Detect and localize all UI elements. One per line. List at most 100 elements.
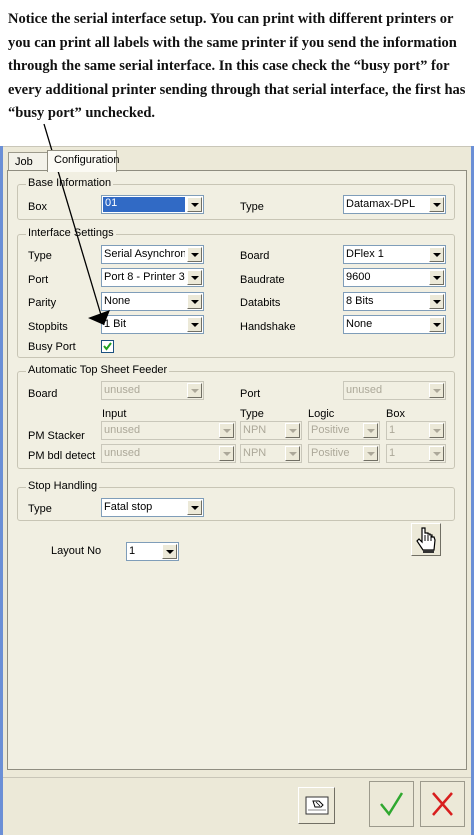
box-value: 01 — [103, 197, 185, 212]
printer-type-value: Datamax-DPL — [346, 198, 416, 210]
stacker-logic-select[interactable]: Positive — [308, 421, 380, 440]
chevron-down-icon[interactable] — [429, 423, 444, 438]
bottom-separator — [3, 777, 471, 778]
port-value: Port 8 - Printer 3 (d. — [104, 271, 185, 283]
chevron-down-icon[interactable] — [429, 247, 444, 262]
col-box-header: Box — [386, 408, 405, 420]
port-label: Port — [28, 274, 49, 286]
cross-icon — [432, 792, 453, 816]
box-select[interactable]: 01 — [101, 195, 204, 214]
chevron-down-icon[interactable] — [187, 197, 202, 212]
bdl-box-value: 1 — [389, 447, 396, 459]
chevron-down-icon[interactable] — [219, 446, 234, 461]
chevron-down-icon[interactable] — [187, 294, 202, 309]
stacker-input-value: unused — [104, 424, 141, 436]
checkmark-icon — [380, 792, 404, 817]
bdl-input-value: unused — [104, 447, 141, 459]
databits-value: 8 Bits — [346, 295, 374, 307]
cancel-button[interactable] — [420, 781, 465, 827]
bdl-logic-value: Positive — [311, 447, 350, 459]
layout-no-select[interactable]: 1 — [126, 542, 179, 561]
base-information-legend: Base Information — [26, 177, 114, 189]
hand-pointer-button[interactable] — [411, 523, 441, 556]
parity-select[interactable]: None — [101, 292, 204, 311]
chevron-down-icon[interactable] — [429, 383, 444, 398]
pm-stacker-label: PM Stacker — [28, 430, 85, 442]
card-hand-icon — [305, 796, 329, 815]
chevron-down-icon[interactable] — [429, 197, 444, 212]
chevron-down-icon[interactable] — [363, 423, 378, 438]
chevron-down-icon[interactable] — [187, 383, 202, 398]
stopbits-label: Stopbits — [28, 321, 68, 333]
chevron-down-icon[interactable] — [285, 423, 300, 438]
stacker-box-value: 1 — [389, 424, 396, 436]
interface-type-select[interactable]: Serial Asynchron — [101, 245, 204, 264]
feeder-port-label: Port — [240, 388, 261, 400]
interface-type-value: Serial Asynchron — [104, 248, 185, 260]
card-button[interactable] — [298, 787, 335, 824]
stop-type-select[interactable]: Fatal stop — [101, 498, 204, 517]
col-type-header: Type — [240, 408, 264, 420]
handshake-value: None — [346, 318, 373, 330]
baudrate-select[interactable]: 9600 — [343, 268, 446, 287]
chevron-down-icon[interactable] — [187, 317, 202, 332]
chevron-down-icon[interactable] — [429, 270, 444, 285]
col-logic-header: Logic — [308, 408, 335, 420]
databits-label: Databits — [240, 297, 281, 309]
chevron-down-icon[interactable] — [187, 270, 202, 285]
databits-select[interactable]: 8 Bits — [343, 292, 446, 311]
ok-button[interactable] — [369, 781, 414, 827]
feeder-port-select[interactable]: unused — [343, 381, 446, 400]
stacker-box-select[interactable]: 1 — [386, 421, 446, 440]
bdl-input-select[interactable]: unused — [101, 444, 236, 463]
stop-handling-legend: Stop Handling — [26, 480, 100, 492]
feeder-board-label: Board — [28, 388, 58, 400]
stopbits-select[interactable]: 1 Bit — [101, 315, 204, 334]
feeder-board-select[interactable]: unused — [101, 381, 204, 400]
tab-configuration[interactable]: Configuration — [47, 150, 120, 172]
stacker-type-select[interactable]: NPN — [240, 421, 302, 440]
stacker-input-select[interactable]: unused — [101, 421, 236, 440]
pm-bdl-detect-label: PM bdl detect — [28, 450, 96, 462]
col-input-header: Input — [102, 408, 127, 420]
stop-type-label: Type — [28, 503, 52, 515]
printer-type-select[interactable]: Datamax-DPL — [343, 195, 446, 214]
chevron-down-icon[interactable] — [162, 544, 177, 559]
tab-configuration-label: Configuration — [54, 154, 120, 166]
chevron-down-icon[interactable] — [285, 446, 300, 461]
chevron-down-icon[interactable] — [219, 423, 234, 438]
tab-job-label: Job — [15, 156, 33, 168]
board-value: DFlex 1 — [346, 248, 384, 260]
feeder-board-value: unused — [104, 384, 141, 396]
checkmark-icon — [103, 342, 112, 351]
baudrate-label: Baudrate — [240, 274, 285, 286]
layout-no-value: 1 — [129, 545, 136, 557]
board-select[interactable]: DFlex 1 — [343, 245, 446, 264]
chevron-down-icon[interactable] — [363, 446, 378, 461]
tab-job[interactable]: Job — [8, 152, 48, 172]
chevron-down-icon[interactable] — [187, 247, 202, 262]
bdl-box-select[interactable]: 1 — [386, 444, 446, 463]
stacker-logic-value: Positive — [311, 424, 350, 436]
bdl-type-value: NPN — [243, 447, 267, 459]
chevron-down-icon[interactable] — [187, 500, 202, 515]
busy-port-checkbox[interactable] — [101, 340, 114, 353]
window-border-left — [0, 146, 3, 835]
feeder-port-value: unused — [346, 384, 383, 396]
stop-type-value: Fatal stop — [104, 501, 153, 513]
box-label: Box — [28, 201, 47, 213]
port-select[interactable]: Port 8 - Printer 3 (d. — [101, 268, 204, 287]
chevron-down-icon[interactable] — [429, 446, 444, 461]
top-sheet-feeder-legend: Automatic Top Sheet Feeder — [26, 364, 170, 376]
chevron-down-icon[interactable] — [429, 294, 444, 309]
busy-port-label: Busy Port — [28, 341, 76, 353]
instruction-note: Notice the serial interface setup. You c… — [8, 11, 466, 121]
layout-no-label: Layout No — [51, 545, 102, 557]
chevron-down-icon[interactable] — [429, 317, 444, 332]
handshake-select[interactable]: None — [343, 315, 446, 334]
hand-pointer-icon — [416, 527, 436, 553]
bdl-type-select[interactable]: NPN — [240, 444, 302, 463]
board-label: Board — [240, 250, 270, 262]
stacker-type-value: NPN — [243, 424, 267, 436]
bdl-logic-select[interactable]: Positive — [308, 444, 380, 463]
